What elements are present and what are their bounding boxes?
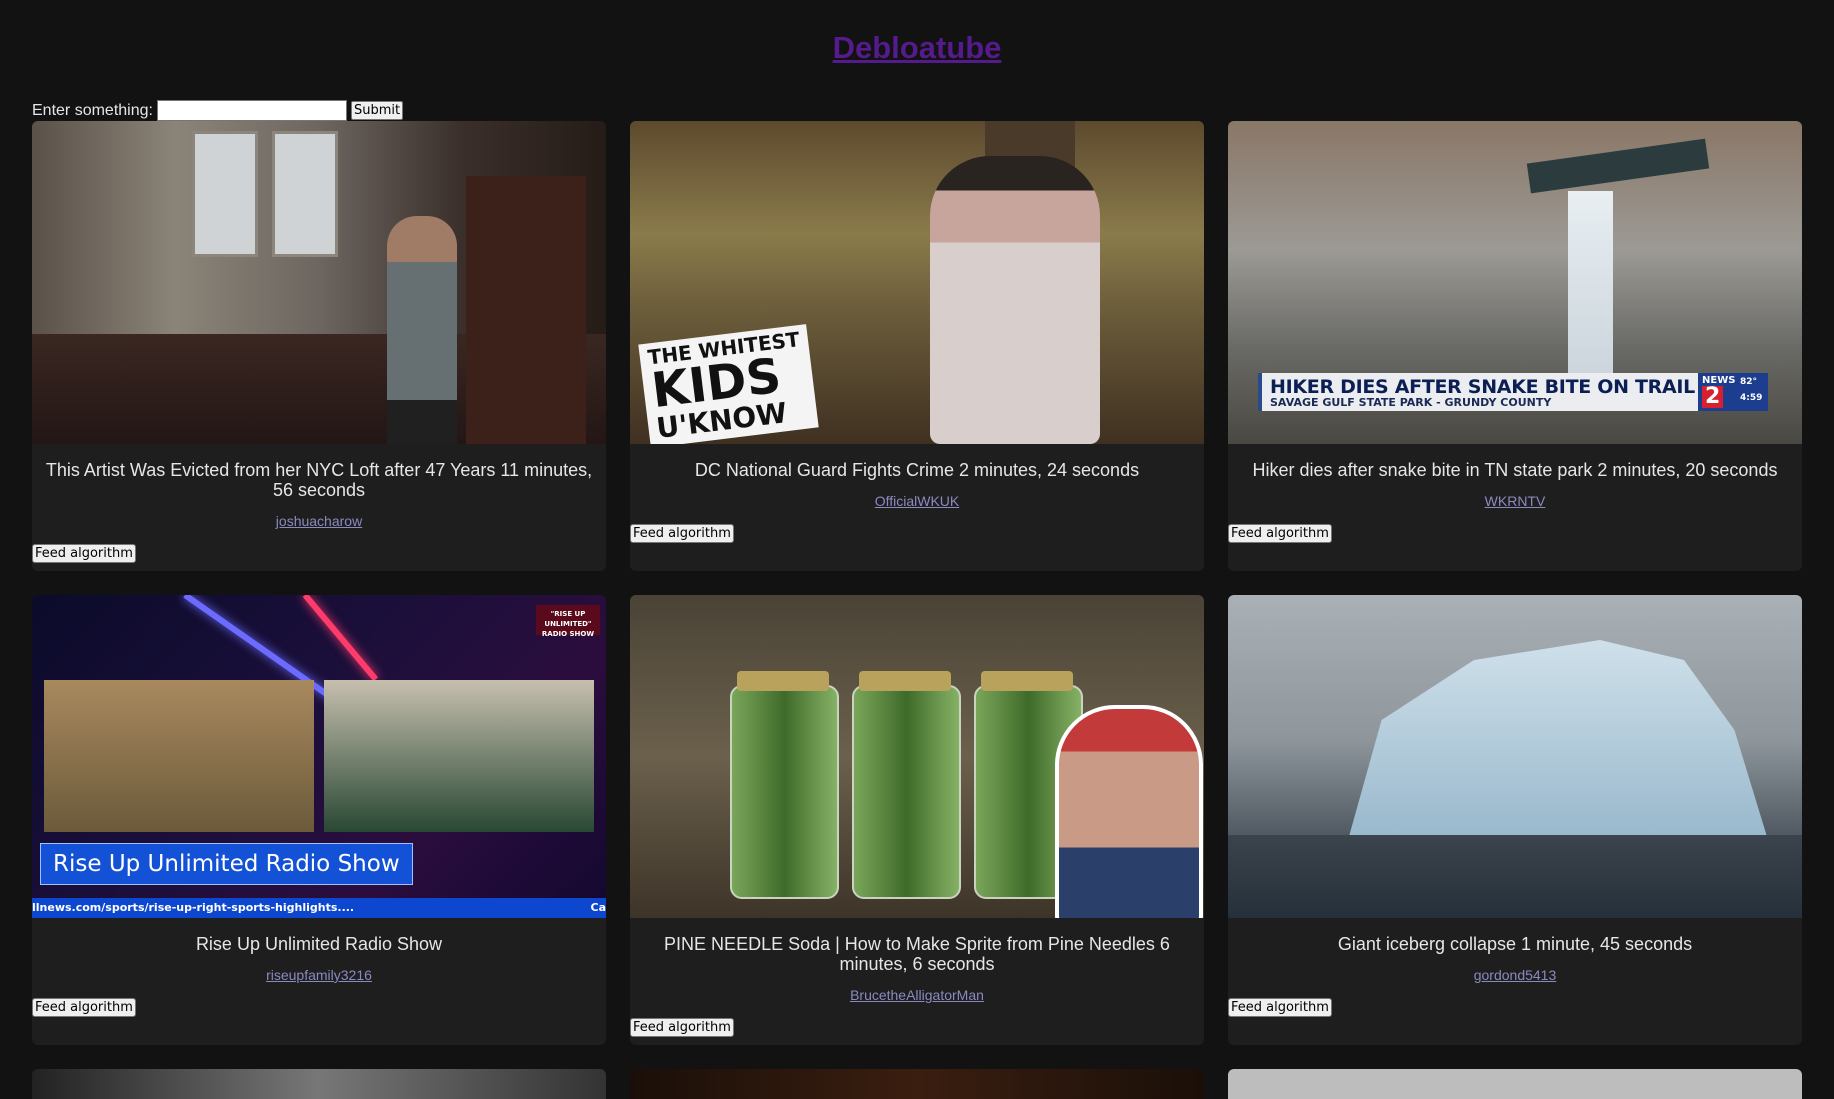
channel-link[interactable]: gordond5413 [1228, 967, 1802, 983]
channel-link[interactable]: joshuacharow [32, 513, 606, 529]
feed-algorithm-button[interactable]: Feed algorithm [32, 998, 136, 1017]
video-title[interactable]: PINE NEEDLE Soda | How to Make Sprite fr… [642, 934, 1192, 974]
lower-third: Rise Up Unlimited Radio Show [40, 843, 413, 885]
video-card: Giant iceberg collapse 1 minute, 45 seco… [1228, 595, 1802, 1045]
video-thumbnail[interactable]: THE WHITEST KIDS U'KNOW [630, 121, 1204, 444]
video-title[interactable]: Hiker dies after snake bite in TN state … [1240, 460, 1790, 480]
video-thumbnail[interactable] [630, 595, 1204, 918]
video-card: This Artist Was Evicted from her NYC Lof… [32, 121, 606, 571]
channel-link[interactable]: riseupfamily3216 [32, 967, 606, 983]
news-station-bug: NEWS 2 82° 4:59 [1698, 373, 1768, 411]
search-form: Enter something: Submit [32, 100, 404, 121]
feed-algorithm-button[interactable]: Feed algorithm [630, 1018, 734, 1037]
video-thumbnail[interactable] [1228, 595, 1802, 918]
search-label: Enter something: [32, 101, 153, 119]
submit-button[interactable]: Submit [350, 101, 404, 120]
video-title[interactable]: DC National Guard Fights Crime 2 minutes… [642, 460, 1192, 480]
video-thumbnail[interactable]: "RISE UP UNLIMITED" RADIO SHOW Rise Up U… [32, 595, 606, 918]
news-banner: HIKER DIES AFTER SNAKE BITE ON TRAIL SAV… [1258, 373, 1702, 411]
video-grid: This Artist Was Evicted from her NYC Lof… [32, 121, 1802, 1045]
show-brand-logo: "RISE UP UNLIMITED" RADIO SHOW [536, 605, 600, 638]
news-ticker: llnews.com/sports/rise-up-right-sports-h… [32, 898, 606, 918]
search-input[interactable] [156, 100, 347, 121]
video-title[interactable]: This Artist Was Evicted from her NYC Lof… [44, 460, 594, 500]
video-title[interactable]: Rise Up Unlimited Radio Show [44, 934, 594, 954]
video-card: PINE NEEDLE Soda | How to Make Sprite fr… [630, 595, 1204, 1045]
feed-algorithm-button[interactable]: Feed algorithm [1228, 998, 1332, 1017]
feed-algorithm-button[interactable]: Feed algorithm [1228, 524, 1332, 543]
video-card: THE WHITEST KIDS U'KNOW DC National Guar… [630, 121, 1204, 571]
video-thumbnail-partial[interactable] [32, 1069, 606, 1099]
channel-link[interactable]: OfficialWKUK [630, 493, 1204, 509]
video-thumbnail[interactable]: HIKER DIES AFTER SNAKE BITE ON TRAIL SAV… [1228, 121, 1802, 444]
video-card: "RISE UP UNLIMITED" RADIO SHOW Rise Up U… [32, 595, 606, 1045]
feed-algorithm-button[interactable]: Feed algorithm [32, 544, 136, 563]
video-thumbnail-partial[interactable] [1228, 1069, 1802, 1099]
feed-algorithm-button[interactable]: Feed algorithm [630, 524, 734, 543]
site-title-link[interactable]: Debloatube [833, 30, 1002, 65]
video-thumbnail-partial[interactable] [630, 1069, 1204, 1099]
show-logo: THE WHITEST KIDS U'KNOW [638, 324, 819, 444]
video-thumbnail[interactable] [32, 121, 606, 444]
site-title: Debloatube [0, 30, 1834, 66]
channel-link[interactable]: WKRNTV [1228, 493, 1802, 509]
video-card: HIKER DIES AFTER SNAKE BITE ON TRAIL SAV… [1228, 121, 1802, 571]
channel-link[interactable]: BrucetheAlligatorMan [630, 987, 1204, 1003]
video-title[interactable]: Giant iceberg collapse 1 minute, 45 seco… [1240, 934, 1790, 954]
